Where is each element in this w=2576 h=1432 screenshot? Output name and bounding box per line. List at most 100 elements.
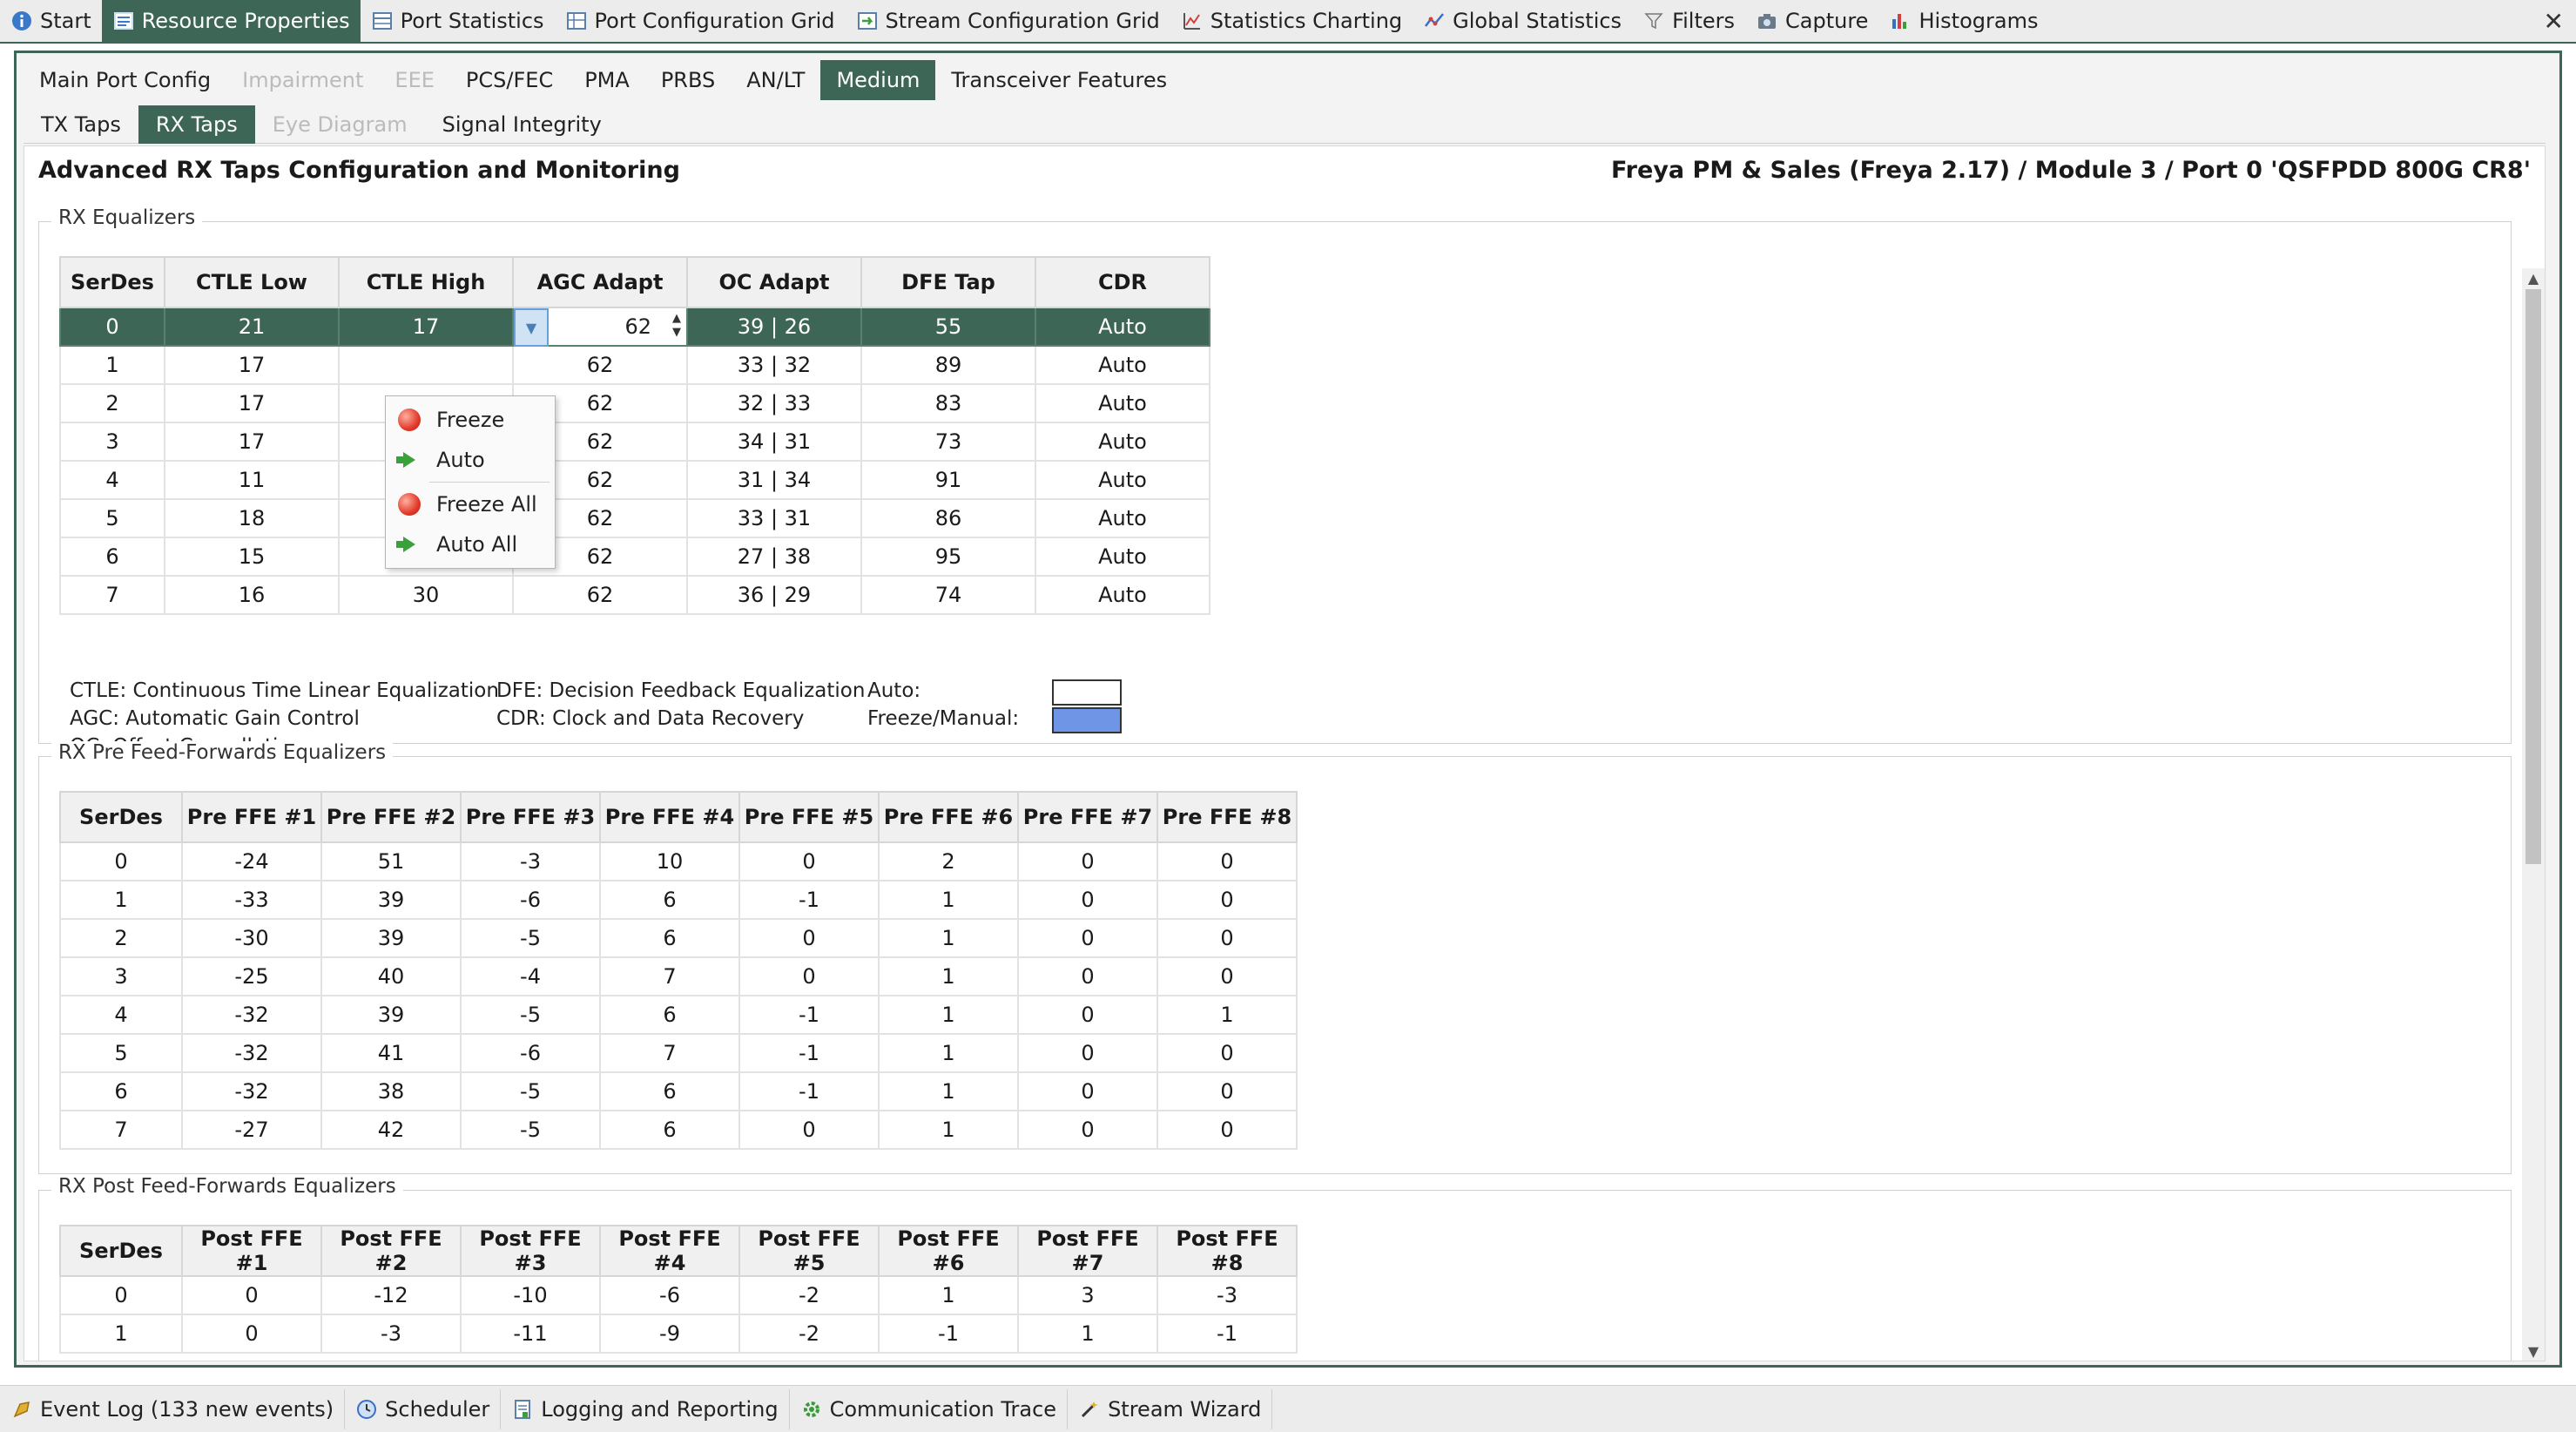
table-cell[interactable]: Auto (1035, 498, 1210, 538)
table-cell[interactable]: -5 (460, 1071, 601, 1111)
table-cell[interactable]: 10 (599, 841, 740, 881)
table-row[interactable]: 518356233 | 3186Auto (59, 498, 1210, 538)
table-row[interactable]: 615386227 | 3895Auto (59, 537, 1210, 577)
column-header[interactable]: SerDes (59, 256, 165, 308)
tab-pcs-fec[interactable]: PCS/FEC (450, 60, 569, 100)
table-cell[interactable]: 1 (59, 1314, 183, 1354)
table-cell[interactable]: -30 (181, 918, 322, 958)
tab-tx-taps[interactable]: TX Taps (24, 105, 138, 144)
table-cell[interactable]: 62 (512, 575, 688, 615)
table-cell[interactable]: -24 (181, 841, 322, 881)
table-cell[interactable]: -1 (738, 1033, 880, 1073)
table-cell[interactable]: 32 | 33 (686, 383, 862, 423)
table-cell[interactable]: 1 (878, 1110, 1019, 1150)
table-cell[interactable]: -1 (738, 995, 880, 1035)
tab-stream-configuration-grid[interactable]: Stream Configuration Grid (846, 0, 1170, 43)
table-cell[interactable]: -1 (1157, 1314, 1298, 1354)
table-cell[interactable]: 39 | 26 (686, 307, 862, 347)
table-cell[interactable]: 83 (860, 383, 1036, 423)
column-header[interactable]: Post FFE #3 (460, 1225, 601, 1277)
table-row[interactable]: 0 -24 51 -3 10 0 2 0 0 (59, 841, 1298, 881)
table-cell[interactable]: 0 (1017, 1110, 1158, 1150)
table-row[interactable]: 3 -25 40 -4 7 0 1 0 0 (59, 956, 1298, 996)
table-cell[interactable]: -3 (460, 841, 601, 881)
table-cell[interactable]: 1 (878, 1275, 1019, 1315)
table-cell[interactable]: 17 (338, 307, 514, 347)
table-cell[interactable]: 34 | 31 (686, 422, 862, 462)
table-row[interactable]: 1 17 62 33 | 32 89 Auto (59, 345, 1210, 385)
table-row[interactable]: 0 0 -12 -10 -6 -2 1 3 -3 (59, 1275, 1298, 1315)
table-cell[interactable]: Auto (1035, 575, 1210, 615)
table-cell[interactable]: 1 (1017, 1314, 1158, 1354)
scroll-thumb[interactable] (2525, 289, 2541, 864)
tab-pma[interactable]: PMA (569, 60, 645, 100)
tab-medium[interactable]: Medium (820, 60, 936, 100)
table-cell[interactable]: 0 (1017, 956, 1158, 996)
table-cell[interactable]: 18 (164, 498, 340, 538)
table-cell[interactable]: -12 (320, 1275, 462, 1315)
table-cell[interactable]: 6 (59, 1071, 183, 1111)
table-cell[interactable]: 0 (738, 1110, 880, 1150)
table-cell[interactable]: 6 (59, 537, 165, 577)
table-cell[interactable]: 1 (1157, 995, 1298, 1035)
table-cell[interactable]: 73 (860, 422, 1036, 462)
table-cell[interactable]: 55 (860, 307, 1036, 347)
table-cell[interactable]: -27 (181, 1110, 322, 1150)
table-cell[interactable]: Auto (1035, 460, 1210, 500)
table-cell[interactable]: -4 (460, 956, 601, 996)
table-cell[interactable]: 11 (164, 460, 340, 500)
table-row[interactable]: 7 16 30 62 36 | 29 74 Auto (59, 575, 1210, 615)
table-cell[interactable]: 2 (59, 383, 165, 423)
table-cell[interactable]: 5 (59, 498, 165, 538)
table-cell[interactable]: Auto (1035, 537, 1210, 577)
table-cell[interactable]: -10 (460, 1275, 601, 1315)
table-cell[interactable]: 6 (599, 1110, 740, 1150)
table-cell[interactable]: 5 (59, 1033, 183, 1073)
table-cell[interactable]: 16 (164, 575, 340, 615)
column-header[interactable]: OC Adapt (686, 256, 862, 308)
column-header[interactable]: Post FFE #6 (878, 1225, 1019, 1277)
table-cell[interactable]: 17 (164, 422, 340, 462)
menu-item-auto-all[interactable]: Auto All (386, 524, 555, 564)
table-cell[interactable]: Auto (1035, 345, 1210, 385)
column-header[interactable]: Pre FFE #1 (181, 791, 322, 843)
table-cell[interactable]: 1 (878, 1033, 1019, 1073)
column-header[interactable]: CTLE Low (164, 256, 340, 308)
table-cell[interactable]: 3 (59, 956, 183, 996)
table-cell[interactable]: 0 (1017, 995, 1158, 1035)
table-cell[interactable]: -5 (460, 995, 601, 1035)
table-cell[interactable]: -1 (738, 880, 880, 920)
table-cell[interactable]: 0 (1017, 1071, 1158, 1111)
table-cell[interactable]: -11 (460, 1314, 601, 1354)
table-cell[interactable]: 86 (860, 498, 1036, 538)
table-cell[interactable]: 0 (1157, 918, 1298, 958)
table-row[interactable]: 4 11 62 31 | 34 91 Auto (59, 460, 1210, 500)
table-cell[interactable]: -3 (1157, 1275, 1298, 1315)
column-header[interactable]: SerDes (59, 1225, 183, 1277)
column-header[interactable]: DFE Tap (860, 256, 1036, 308)
table-cell[interactable]: 15 (164, 537, 340, 577)
table-cell[interactable]: 41 (320, 1033, 462, 1073)
column-header[interactable]: Post FFE #4 (599, 1225, 740, 1277)
column-header[interactable]: Pre FFE #2 (320, 791, 462, 843)
table-cell[interactable]: -1 (878, 1314, 1019, 1354)
table-cell[interactable]: 0 (59, 1275, 183, 1315)
menu-item-freeze[interactable]: Freeze (386, 400, 555, 440)
column-header[interactable]: Pre FFE #4 (599, 791, 740, 843)
table-cell[interactable]: -1 (738, 1071, 880, 1111)
tab-capture[interactable]: Capture (1745, 0, 1878, 43)
column-header[interactable]: Post FFE #1 (181, 1225, 322, 1277)
agc-value-input[interactable]: 62 (624, 314, 651, 339)
table-cell[interactable]: 51 (320, 841, 462, 881)
table-row[interactable]: 3 17 62 34 | 31 73 Auto (59, 422, 1210, 462)
column-header[interactable]: Pre FFE #6 (878, 791, 1019, 843)
table-cell[interactable]: 39 (320, 995, 462, 1035)
column-header[interactable]: SerDes (59, 791, 183, 843)
table-cell[interactable]: 0 (1017, 1033, 1158, 1073)
tab-port-statistics[interactable]: Port Statistics (361, 0, 555, 43)
column-header[interactable]: CTLE High (338, 256, 514, 308)
table-cell[interactable]: 6 (599, 918, 740, 958)
table-cell[interactable]: 31 | 34 (686, 460, 862, 500)
menu-item-freeze-all[interactable]: Freeze All (386, 484, 555, 524)
column-header[interactable]: Post FFE #2 (320, 1225, 462, 1277)
